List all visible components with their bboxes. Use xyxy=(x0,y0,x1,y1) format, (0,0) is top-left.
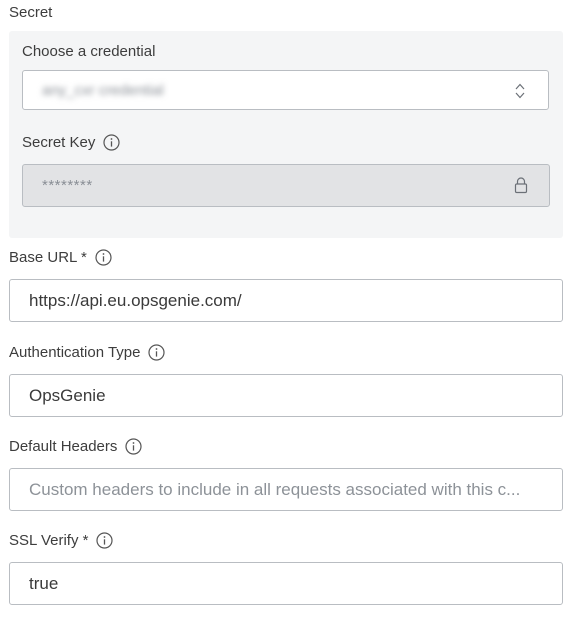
credential-select[interactable]: any_cxr credential xyxy=(22,70,549,110)
ssl-verify-label: SSL Verify * xyxy=(9,532,89,549)
base-url-label-row: Base URL * xyxy=(9,249,112,266)
secret-key-value: ******** xyxy=(42,177,93,194)
credential-select-value: any_cxr credential xyxy=(42,82,164,99)
info-icon[interactable] xyxy=(96,532,114,549)
base-url-value: https://api.eu.opsgenie.com/ xyxy=(29,291,242,310)
lock-icon xyxy=(514,176,528,194)
auth-type-label-row: Authentication Type xyxy=(9,344,166,361)
info-icon[interactable] xyxy=(148,344,166,361)
ssl-verify-label-row: SSL Verify * xyxy=(9,532,114,549)
secret-key-input: ******** xyxy=(22,164,550,207)
default-headers-label-row: Default Headers xyxy=(9,438,143,455)
auth-type-label: Authentication Type xyxy=(9,344,141,361)
sort-arrows-icon xyxy=(514,82,526,100)
auth-type-input[interactable]: OpsGenie xyxy=(9,374,563,417)
info-icon[interactable] xyxy=(125,438,143,455)
secret-section-label: Secret xyxy=(9,4,53,21)
secret-panel: Choose a credential any_cxr credential S… xyxy=(9,31,563,238)
ssl-verify-input[interactable]: true xyxy=(9,562,563,605)
info-icon[interactable] xyxy=(95,249,112,266)
default-headers-input[interactable]: Custom headers to include in all request… xyxy=(9,468,563,511)
info-icon[interactable] xyxy=(103,134,120,151)
base-url-input[interactable]: https://api.eu.opsgenie.com/ xyxy=(9,279,563,322)
default-headers-placeholder: Custom headers to include in all request… xyxy=(29,480,521,499)
secret-key-label: Secret Key xyxy=(22,134,96,151)
default-headers-label: Default Headers xyxy=(9,438,118,455)
secret-key-label-row: Secret Key xyxy=(22,134,120,151)
base-url-label: Base URL * xyxy=(9,249,87,266)
credential-label: Choose a credential xyxy=(22,43,156,60)
auth-type-value: OpsGenie xyxy=(29,386,106,405)
ssl-verify-value: true xyxy=(29,574,59,593)
credential-label-row: Choose a credential xyxy=(22,43,155,60)
